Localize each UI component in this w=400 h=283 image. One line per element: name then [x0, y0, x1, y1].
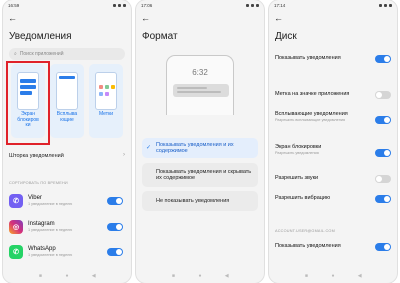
app-row-instagram[interactable]: ◎ Instagram 1 уведомление в неделю: [9, 218, 125, 238]
home-icon[interactable]: ●: [64, 274, 69, 279]
page-title: Диск: [275, 31, 297, 42]
page-title: Формат: [142, 31, 178, 42]
home-icon[interactable]: ●: [330, 274, 335, 279]
app-sub: 1 уведомление в неделю: [28, 228, 73, 232]
highlight-frame: [6, 61, 50, 145]
popup-preview: [56, 72, 78, 110]
back-arrow-icon[interactable]: ←: [141, 13, 151, 23]
recents-icon[interactable]: ■: [171, 274, 176, 279]
account-caption: ACCOUNT.USER@GMAIL.COM: [275, 229, 335, 233]
instagram-toggle[interactable]: [107, 223, 123, 231]
status-bar: 16:59: [3, 0, 131, 10]
setting-sounds[interactable]: Разрешить звуки: [275, 175, 391, 182]
phone-app-settings-screen: 17:14 ← Диск Показывать уведомления Метк…: [269, 0, 397, 283]
whatsapp-toggle[interactable]: [107, 248, 123, 256]
setting-label: Показывать уведомления: [275, 55, 341, 61]
setting-label: Разрешить вибрацию: [275, 195, 331, 201]
back-arrow-icon[interactable]: ←: [274, 13, 284, 23]
status-time: 17:06: [141, 2, 153, 8]
back-arrow-icon[interactable]: ←: [8, 13, 18, 23]
app-row-viber[interactable]: ✆ Viber 1 уведомление в неделю: [9, 192, 125, 212]
page-title: Уведомления: [9, 31, 72, 42]
setting-account-show[interactable]: Показывать уведомления: [275, 243, 391, 250]
status-time: 16:59: [8, 2, 20, 8]
setting-label: Разрешить звуки: [275, 175, 319, 181]
app-name: Instagram: [28, 221, 55, 227]
status-icons: [246, 3, 259, 7]
search-input[interactable]: ⌕ Поиск приложений: [9, 48, 125, 60]
style-popup[interactable]: Всплыва ющие: [50, 64, 84, 138]
setting-label: Всплывающие уведомления: [275, 111, 348, 117]
setting-vibration[interactable]: Разрешить вибрацию: [275, 195, 391, 202]
recents-icon[interactable]: ■: [304, 274, 309, 279]
option-label: Не показывать уведомления: [156, 197, 230, 204]
sounds-toggle[interactable]: [375, 175, 391, 183]
show-notifications-toggle[interactable]: [375, 55, 391, 63]
status-icons: [113, 3, 126, 7]
setting-sub: Разрешить уведомления: [275, 151, 319, 155]
whatsapp-icon: ✆: [9, 245, 23, 259]
nav-bar: ■ ● ◀: [3, 274, 131, 279]
back-icon[interactable]: ◀: [357, 274, 362, 279]
setting-popup[interactable]: Всплывающие уведомления Разрешить всплыв…: [275, 111, 391, 123]
nav-bar: ■ ● ◀: [269, 274, 397, 279]
status-bar: 17:06: [136, 0, 264, 10]
shade-settings-link[interactable]: Шторка уведомлений: [9, 153, 64, 159]
sort-caption[interactable]: СОРТИРОВАТЬ ПО ВРЕМЕНИ: [9, 181, 68, 185]
recents-icon[interactable]: ■: [38, 274, 43, 279]
vibration-toggle[interactable]: [375, 195, 391, 203]
setting-label: Экран блокировки: [275, 144, 322, 150]
setting-sub: Разрешить всплывающие уведомления: [275, 118, 346, 122]
preview-time: 6:32: [192, 68, 208, 77]
phone-format-screen: 17:06 ← Формат 6:32 ✓ Показывать уведомл…: [136, 0, 264, 283]
app-name: WhatsApp: [28, 246, 56, 252]
app-sub: 1 уведомление в неделю: [28, 253, 73, 257]
back-icon[interactable]: ◀: [224, 274, 229, 279]
status-icons: [379, 3, 392, 7]
search-placeholder: Поиск приложений: [19, 51, 64, 57]
viber-icon: ✆: [9, 194, 23, 208]
lockscreen-preview: 6:32: [166, 55, 234, 115]
app-row-whatsapp[interactable]: ✆ WhatsApp 1 уведомление в неделю: [9, 243, 125, 263]
phone-notifications-screen: 16:59 ← Уведомления ⌕ Поиск приложений Э…: [3, 0, 131, 283]
status-time: 17:14: [274, 2, 286, 8]
style-label-popup: Всплыва ющие: [56, 111, 78, 123]
viber-toggle[interactable]: [107, 197, 123, 205]
option-show-content[interactable]: ✓ Показывать уведомления и их содержимое: [142, 138, 258, 158]
search-icon: ⌕: [14, 51, 17, 57]
instagram-icon: ◎: [9, 220, 23, 234]
popup-toggle[interactable]: [375, 116, 391, 124]
back-icon[interactable]: ◀: [91, 274, 96, 279]
app-name: Viber: [28, 195, 42, 201]
setting-show-notifications[interactable]: Показывать уведомления: [275, 55, 391, 62]
chevron-right-icon: ›: [123, 152, 125, 158]
nav-bar: ■ ● ◀: [136, 274, 264, 279]
option-no-notifications[interactable]: Не показывать уведомления: [142, 191, 258, 211]
option-label: Показывать уведомления и их содержимое: [156, 141, 234, 155]
setting-badge[interactable]: Метка на значке приложения: [275, 91, 391, 98]
badges-preview: [95, 72, 117, 110]
option-hide-content[interactable]: Показывать уведомления и скрывать их сод…: [142, 163, 258, 187]
check-icon: ✓: [146, 144, 152, 151]
app-sub: 1 уведомление в неделю: [28, 202, 73, 206]
style-badges[interactable]: Метки: [89, 64, 123, 138]
setting-label: Метка на значке приложения: [275, 91, 350, 97]
lockscreen-toggle[interactable]: [375, 149, 391, 157]
badge-toggle[interactable]: [375, 91, 391, 99]
style-label-badges: Метки: [98, 111, 114, 117]
option-label: Показывать уведомления и скрывать их сод…: [156, 168, 252, 182]
setting-label: Показывать уведомления: [275, 243, 341, 249]
account-show-toggle[interactable]: [375, 243, 391, 251]
setting-lockscreen[interactable]: Экран блокировки Разрешить уведомления: [275, 144, 391, 156]
preview-notification: [173, 84, 229, 97]
home-icon[interactable]: ●: [197, 274, 202, 279]
status-bar: 17:14: [269, 0, 397, 10]
